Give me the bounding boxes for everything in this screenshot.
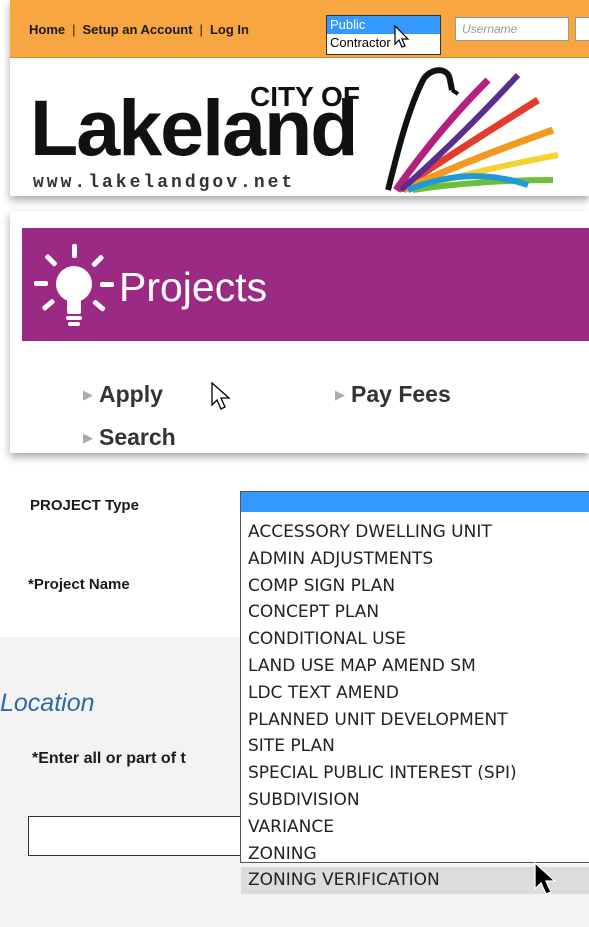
arrow-right-icon: ▶ (335, 387, 345, 402)
project-type-option[interactable]: CONDITIONAL USE (241, 626, 589, 653)
logo-url: www.lakelandgov.net (33, 173, 296, 193)
project-type-option[interactable]: LDC TEXT AMEND (241, 680, 589, 707)
project-type-selected-value[interactable] (241, 492, 589, 512)
arrow-right-icon: ▶ (83, 430, 93, 445)
project-type-option[interactable]: SITE PLAN (241, 733, 589, 760)
project-type-option[interactable]: SPECIAL PUBLIC INTEREST (SPI) (241, 760, 589, 787)
apply-link-label: Apply (99, 381, 163, 407)
pay-fees-link[interactable]: ▶ Pay Fees (335, 381, 451, 408)
project-type-option[interactable]: ADMIN ADJUSTMENTS (241, 546, 589, 573)
project-type-options: ACCESSORY DWELLING UNIT ADMIN ADJUSTMENT… (241, 519, 589, 895)
nav-separator: | (199, 22, 203, 37)
project-form: PROJECT Type *Project Name Location *Ent… (0, 466, 589, 927)
user-type-select[interactable]: Public Contractor (326, 15, 441, 55)
site-header: Home | Setup an Account | Log In Public Cont… (10, 0, 589, 196)
nav-separator: | (72, 22, 76, 37)
mouse-pointer-icon (211, 381, 231, 410)
project-type-option[interactable]: SUBDIVISION (241, 787, 589, 814)
project-name-label: *Project Name (28, 576, 130, 593)
top-nav: Home | Setup an Account | Log In (29, 22, 249, 37)
projects-title: Projects (119, 264, 268, 310)
project-type-option[interactable]: ACCESSORY DWELLING UNIT (241, 519, 589, 546)
apply-link[interactable]: ▶ Apply (83, 381, 163, 408)
nav-setup-account-link[interactable]: Setup an Account (83, 22, 193, 37)
nav-login-link[interactable]: Log In (210, 22, 249, 37)
location-section-title: Location (0, 689, 95, 717)
project-type-option[interactable]: COMP SIGN PLAN (241, 573, 589, 600)
project-type-label: PROJECT Type (30, 497, 139, 514)
search-link-label: Search (99, 424, 176, 450)
project-type-option[interactable]: PLANNED UNIT DEVELOPMENT (241, 707, 589, 734)
project-type-option[interactable]: CONCEPT PLAN (241, 599, 589, 626)
project-type-dropdown[interactable]: ACCESSORY DWELLING UNIT ADMIN ADJUSTMENT… (240, 491, 589, 895)
mouse-pointer-icon (534, 861, 557, 895)
pay-fees-link-label: Pay Fees (351, 381, 451, 407)
address-search-label: *Enter all or part of t (32, 750, 186, 767)
mouse-pointer-icon (394, 25, 410, 48)
swan-logo-icon (385, 67, 559, 194)
user-type-option-contractor[interactable]: Contractor (327, 34, 440, 52)
project-type-option[interactable]: VARIANCE (241, 814, 589, 841)
projects-banner: Projects (22, 228, 589, 341)
project-type-option[interactable]: LAND USE MAP AMEND SM (241, 653, 589, 680)
address-search-input[interactable] (28, 816, 258, 856)
top-bar: Home | Setup an Account | Log In Public Cont… (10, 0, 589, 58)
search-link[interactable]: ▶ Search (83, 424, 176, 451)
username-field[interactable]: Username (455, 17, 569, 41)
projects-panel: Projects ▶ Apply ▶ Pay Fees ▶ Search (10, 211, 589, 453)
arrow-right-icon: ▶ (83, 387, 93, 402)
lightbulb-icon (34, 244, 114, 326)
user-type-option-public[interactable]: Public (327, 16, 440, 34)
password-field[interactable] (575, 17, 589, 41)
logo-wordmark: Lakeland (30, 83, 358, 172)
nav-home-link[interactable]: Home (29, 22, 65, 37)
